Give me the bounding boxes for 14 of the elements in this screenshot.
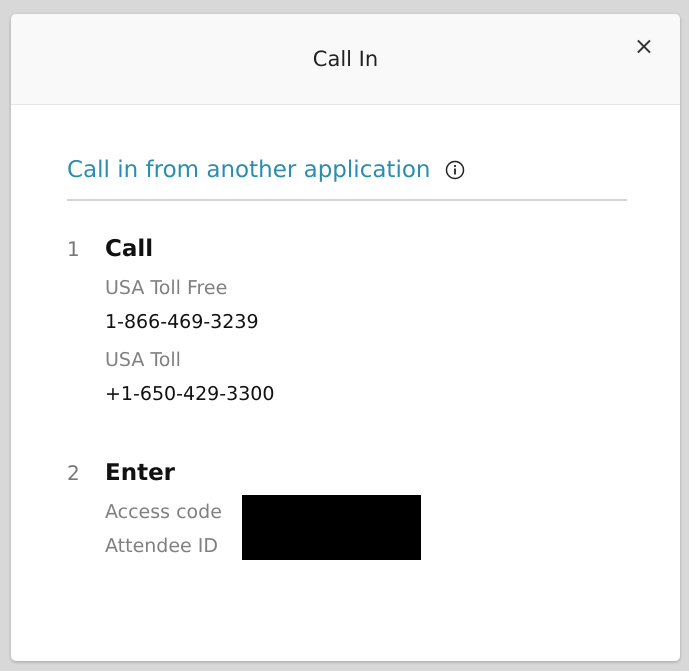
code-label: Access code [105,500,222,525]
code-label: Attendee ID [105,534,220,559]
step-title: Call [105,235,154,264]
dialog-title: Call In [312,47,378,71]
step-number: 2 [67,460,81,487]
number-label: USA Toll [105,348,182,373]
phone-number: +1-650-429-3300 [105,382,274,407]
number-label: USA Toll Free [105,276,228,301]
phone-number: 1-866-469-3239 [105,310,260,335]
step-number: 1 [67,236,81,263]
info-icon[interactable] [444,160,464,180]
call-in-link[interactable]: Call in from another application [67,157,430,183]
step-title: Enter [105,459,176,488]
close-button[interactable]: × [630,34,658,58]
